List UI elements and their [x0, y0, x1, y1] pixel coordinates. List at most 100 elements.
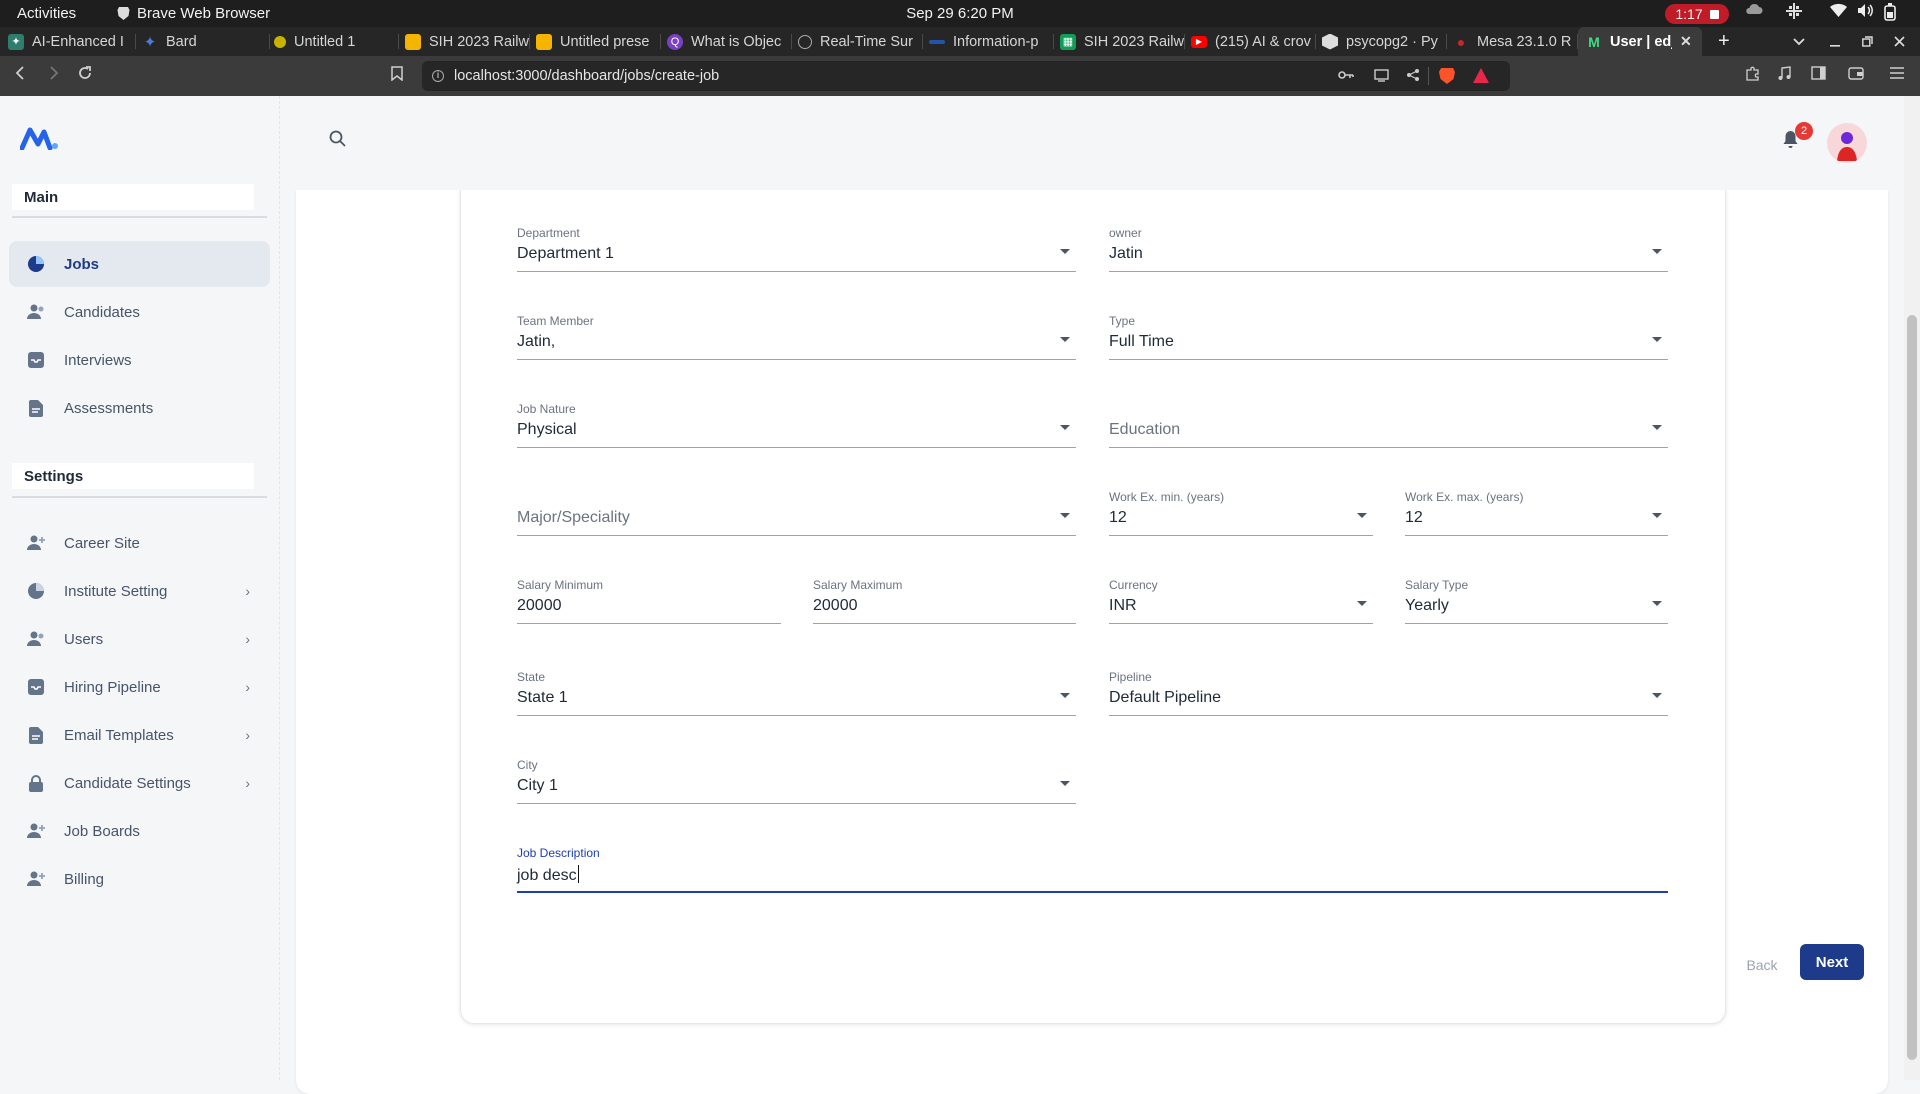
- tab-label: Real-Time Sur: [820, 33, 913, 50]
- owner-select[interactable]: owner Jatin: [1109, 226, 1668, 272]
- app-menu[interactable]: Brave Web Browser: [117, 5, 270, 22]
- city-select[interactable]: City City 1: [517, 758, 1076, 804]
- pipeline-select[interactable]: Pipeline Default Pipeline: [1109, 670, 1668, 716]
- avatar[interactable]: [1827, 123, 1867, 163]
- state-select[interactable]: State State 1: [517, 670, 1076, 716]
- tab-3[interactable]: SIH 2023 Railw: [405, 27, 530, 56]
- job-description-input[interactable]: Job Description job desc: [517, 846, 1668, 893]
- clock-label[interactable]: Sep 29 6:20 PM: [906, 5, 1014, 22]
- salary-type-select[interactable]: Salary Type Yearly: [1405, 578, 1668, 624]
- tab-9[interactable]: ▶ (215) AI & crov: [1191, 27, 1316, 56]
- salary-minimum-input[interactable]: Salary Minimum 20000: [517, 578, 781, 624]
- inbox-icon: [27, 678, 45, 696]
- activities-button[interactable]: Activities: [17, 5, 76, 22]
- sidebar-item-interviews[interactable]: Interviews: [9, 337, 270, 383]
- sidebar-item-career-site[interactable]: Career Site: [9, 520, 270, 566]
- tab-12[interactable]: M User | edj ✕: [1578, 27, 1702, 56]
- tab-5[interactable]: Q What is Objec: [667, 27, 792, 56]
- site-info-icon[interactable]: i: [432, 70, 444, 82]
- department-select[interactable]: Department Department 1: [517, 226, 1076, 272]
- bookmark-icon[interactable]: [391, 66, 403, 86]
- forward-arrow-icon[interactable]: [46, 66, 60, 85]
- key-icon[interactable]: [1338, 68, 1354, 87]
- app-logo-icon[interactable]: [19, 126, 60, 155]
- menu-icon[interactable]: [1890, 66, 1904, 84]
- sidebar-toggle-icon[interactable]: [1811, 66, 1826, 85]
- tab-7[interactable]: Information-p: [929, 27, 1054, 56]
- type-select[interactable]: Type Full Time: [1109, 314, 1668, 360]
- field-value-wrap: job desc: [517, 865, 579, 885]
- salary-maximum-input[interactable]: Salary Maximum 20000: [813, 578, 1076, 624]
- clock: Sep 29 6:20 PM: [0, 5, 1920, 22]
- tab-2[interactable]: Untitled 1: [274, 27, 399, 56]
- brave-shields-icon[interactable]: [1439, 66, 1455, 90]
- tab-6[interactable]: Real-Time Sur: [798, 27, 923, 56]
- main-heading: Main: [12, 184, 254, 210]
- next-button[interactable]: Next: [1800, 944, 1864, 980]
- sidebar-item-job-boards[interactable]: Job Boards: [9, 808, 270, 854]
- minimize-icon[interactable]: [1830, 27, 1844, 56]
- tab-10[interactable]: psycopg2 · Py: [1322, 27, 1447, 56]
- sidebar-item-email-templates[interactable]: Email Templates ›: [9, 712, 270, 758]
- network-tray-icon[interactable]: [1786, 3, 1802, 19]
- share-icon[interactable]: [1406, 68, 1420, 87]
- close-tab-icon[interactable]: ✕: [1680, 33, 1692, 50]
- media-icon[interactable]: [1777, 66, 1791, 86]
- tab-list-chevron-icon[interactable]: [1793, 27, 1809, 56]
- sidebar-item-jobs[interactable]: Jobs: [9, 241, 270, 287]
- search-icon[interactable]: [329, 130, 346, 152]
- field-label: City: [517, 758, 538, 772]
- team-member-select[interactable]: Team Member Jatin,: [517, 314, 1076, 360]
- restore-icon[interactable]: [1862, 27, 1876, 56]
- close-window-icon[interactable]: [1894, 27, 1908, 56]
- field-value: Physical: [517, 421, 577, 438]
- field-value: Yearly: [1405, 597, 1449, 614]
- sidebar-item-hiring-pipeline[interactable]: Hiring Pipeline ›: [9, 664, 270, 710]
- tab-label: Bard: [166, 33, 197, 50]
- field-label: Job Nature: [517, 402, 576, 416]
- major-speciality-select[interactable]: Major/Speciality: [517, 490, 1076, 536]
- job-nature-select[interactable]: Job Nature Physical: [517, 402, 1076, 448]
- dropdown-arrow-icon: [1652, 601, 1662, 606]
- education-select[interactable]: Education: [1109, 402, 1668, 448]
- wifi-icon[interactable]: [1830, 3, 1847, 17]
- tab-0[interactable]: ✦ AI-Enhanced I: [8, 27, 136, 56]
- cast-icon[interactable]: [1374, 69, 1389, 87]
- sidebar-item-billing[interactable]: Billing: [9, 856, 270, 902]
- back-arrow-icon[interactable]: [14, 66, 28, 85]
- dropdown-arrow-icon: [1357, 513, 1367, 518]
- document-icon: [27, 399, 45, 417]
- scrollbar-thumb[interactable]: [1907, 315, 1917, 1060]
- extensions-icon[interactable]: [1745, 66, 1760, 86]
- cloud-icon[interactable]: [1745, 3, 1763, 15]
- reload-icon[interactable]: [78, 66, 92, 85]
- tab-11[interactable]: ● Mesa 23.1.0 R: [1453, 27, 1578, 56]
- currency-select[interactable]: Currency INR: [1109, 578, 1373, 624]
- dropdown-arrow-icon: [1060, 337, 1070, 342]
- tab-1[interactable]: ✦ Bard: [142, 27, 270, 56]
- volume-icon[interactable]: [1857, 3, 1874, 18]
- chevron-right-icon: ›: [245, 775, 250, 791]
- address-bar[interactable]: i localhost:3000/dashboard/jobs/create-j…: [422, 61, 1510, 91]
- wallet-icon[interactable]: [1848, 66, 1864, 85]
- tab-4[interactable]: Untitled prese: [536, 27, 661, 56]
- work-ex-max-select[interactable]: Work Ex. max. (years) 12: [1405, 490, 1668, 536]
- recording-indicator[interactable]: 1:17: [1665, 4, 1729, 24]
- new-tab-button[interactable]: +: [1718, 27, 1738, 56]
- back-button[interactable]: Back: [1734, 947, 1790, 983]
- tab-8[interactable]: ▦ SIH 2023 Railw: [1060, 27, 1185, 56]
- battery-icon[interactable]: [1884, 3, 1898, 21]
- sidebar-item-candidates[interactable]: Candidates: [9, 289, 270, 335]
- sidebar-item-candidate-settings[interactable]: Candidate Settings ›: [9, 760, 270, 806]
- field-label: Salary Minimum: [517, 578, 604, 592]
- mesa-icon: ●: [1456, 33, 1466, 50]
- brave-lion-icon: [117, 7, 130, 20]
- sidebar-item-institute-setting[interactable]: Institute Setting ›: [9, 568, 270, 614]
- sidebar-item-users[interactable]: Users ›: [9, 616, 270, 662]
- sidebar-item-assessments[interactable]: Assessments: [9, 385, 270, 431]
- field-label: Job Description: [517, 846, 600, 860]
- dropdown-arrow-icon: [1652, 425, 1662, 430]
- work-ex-min-select[interactable]: Work Ex. min. (years) 12: [1109, 490, 1373, 536]
- tab-label: AI-Enhanced I: [32, 33, 124, 50]
- brave-rewards-icon[interactable]: [1473, 68, 1489, 88]
